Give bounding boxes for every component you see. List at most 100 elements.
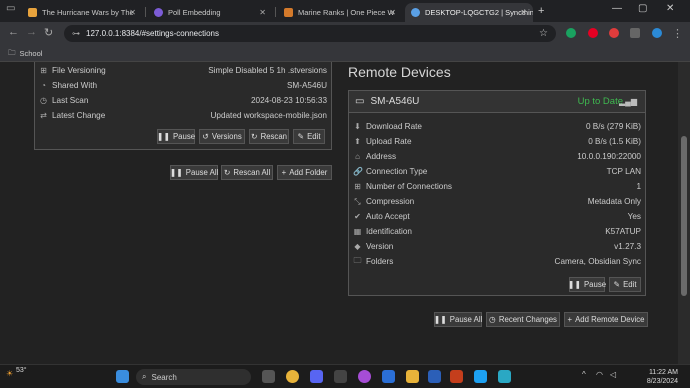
terminal-icon[interactable] — [334, 370, 347, 383]
device-name: SM-A546U — [370, 96, 420, 107]
device-edit-button[interactable]: ✎ Edit — [609, 277, 641, 292]
new-tab-icon[interactable]: + — [538, 5, 544, 17]
device-row-value[interactable]: K57ATUP — [605, 227, 641, 236]
site-info-icon[interactable]: ⊶ — [72, 29, 80, 38]
link-icon: 🔗 — [353, 167, 363, 176]
close-tab-icon[interactable]: ✕ — [259, 8, 266, 17]
start-menu-icon[interactable] — [116, 370, 129, 383]
exchange-icon: ⇄ — [40, 111, 47, 120]
device-row-value: TCP LAN — [606, 167, 641, 176]
rescan-all-button[interactable]: ↻ Rescan All — [221, 165, 273, 180]
device-row-label: Upload Rate — [366, 137, 412, 146]
device-row-value: 0 B/s (1.5 KiB) — [588, 137, 641, 146]
forward-icon[interactable]: → — [26, 26, 37, 38]
tab-search-icon[interactable]: ▭ — [6, 3, 15, 14]
address-bar[interactable]: ⊶ 127.0.0.1:8384/#settings-connections ☆ — [64, 25, 556, 42]
app-icon[interactable] — [498, 370, 511, 383]
discord-icon[interactable] — [310, 370, 323, 383]
history-icon: ◷ — [489, 315, 496, 324]
browser-toolbar: ← → ↻ ⊶ 127.0.0.1:8384/#settings-connect… — [0, 22, 690, 44]
close-window-icon[interactable]: ✕ — [666, 3, 674, 14]
weather-temp[interactable]: 53° — [16, 367, 27, 374]
home-icon: ⌂ — [355, 152, 360, 161]
maximize-icon[interactable]: ▢ — [638, 3, 647, 14]
device-row: 🔗 Connection Type TCP LAN — [349, 164, 645, 179]
page-scrollbar[interactable] — [678, 62, 690, 364]
desktop-icon: ▭ — [355, 96, 365, 107]
folder-icon: 🗀 — [8, 48, 16, 57]
tray-chevron-icon[interactable]: ^ — [582, 370, 586, 379]
app-icon[interactable] — [474, 370, 487, 383]
plus-icon: + — [567, 315, 573, 324]
menu-icon[interactable]: ⋮ — [672, 27, 683, 40]
url-text[interactable]: 127.0.0.1:8384/#settings-connections — [86, 29, 219, 38]
pinterest-extension-icon[interactable] — [588, 28, 598, 38]
extensions-puzzle-icon[interactable] — [630, 28, 640, 38]
tab-marine-ranks[interactable]: Marine Ranks | One Piece Wiki | ✕ — [278, 3, 402, 22]
bookmarks-bar: 🗀 School — [0, 44, 690, 62]
reload-icon[interactable]: ↻ — [44, 26, 53, 39]
goodreads-favicon-icon — [28, 8, 37, 17]
poll-favicon-icon — [154, 8, 163, 17]
pause-all-devices-button[interactable]: ❚❚ Pause All — [434, 312, 482, 327]
chrome-icon[interactable] — [286, 370, 299, 383]
obsidian-icon[interactable] — [358, 370, 371, 383]
tab-hurricane-wars[interactable]: The Hurricane Wars by Thea Gu ✕ — [22, 3, 142, 22]
task-view-icon[interactable] — [262, 370, 275, 383]
device-row-label: Number of Connections — [366, 182, 453, 191]
windows-taskbar: ☀ 53° ⌕ Search ^ ◠ ◁ 11:22 AM 8/23/2024 — [0, 364, 690, 388]
grammarly-extension-icon[interactable] — [566, 28, 576, 38]
scrollbar-thumb[interactable] — [681, 136, 687, 296]
tab-syncthing[interactable]: DESKTOP-LQGCTG2 | Syncthing ✕ — [405, 3, 533, 22]
add-folder-button[interactable]: + Add Folder — [277, 165, 332, 180]
bookmark-folder-school[interactable]: 🗀 School — [8, 47, 42, 60]
pause-all-folders-button[interactable]: ❚❚ Pause All — [170, 165, 218, 180]
device-row-label: Folders — [366, 257, 394, 266]
device-row-label: Connection Type — [366, 167, 428, 176]
minimize-icon[interactable]: — — [612, 3, 622, 14]
device-row: ⬇ Download Rate 0 B/s (279 KiB) — [349, 119, 645, 134]
folder-rescan-button[interactable]: ↻ Rescan — [249, 129, 289, 144]
device-row-value: 1 — [636, 182, 641, 191]
pause-icon: ❚❚ — [169, 168, 183, 177]
extension-icon[interactable] — [609, 28, 619, 38]
tab-poll-embedding[interactable]: Poll Embedding ✕ — [148, 3, 272, 22]
back-icon[interactable]: ← — [8, 26, 19, 38]
device-row-label: Identification — [366, 227, 412, 236]
device-row-label: Auto Accept — [366, 212, 410, 221]
folder-versions-button[interactable]: ↺ Versions — [199, 129, 245, 144]
device-row: ⌂ Address 10.0.0.190:22000 — [349, 149, 645, 164]
close-tab-icon[interactable]: ✕ — [129, 8, 136, 17]
sitemap-icon: ⊞ — [354, 182, 361, 191]
qrcode-icon: ▦ — [353, 227, 362, 236]
folder-pause-button[interactable]: ❚❚ Pause — [157, 129, 195, 144]
pause-icon: ❚❚ — [433, 315, 447, 324]
word-icon[interactable] — [428, 370, 441, 383]
close-tab-icon[interactable]: ✕ — [520, 8, 527, 17]
close-tab-icon[interactable]: ✕ — [389, 8, 396, 17]
wifi-icon[interactable]: ◠ — [596, 370, 603, 379]
weather-icon[interactable]: ☀ — [6, 369, 13, 378]
device-pause-button[interactable]: ❚❚ Pause — [567, 277, 606, 292]
shared-device-link[interactable]: SM-A546U — [287, 81, 327, 90]
file-explorer-icon[interactable] — [406, 370, 419, 383]
device-panel-header[interactable]: ▭ SM-A546U Up to Date ▂▄▆ — [349, 91, 645, 113]
download-icon: ⬇ — [354, 122, 361, 131]
device-row-value: 10.0.0.190:22000 — [577, 152, 641, 161]
device-row-label: Download Rate — [366, 122, 422, 131]
remote-devices-heading: Remote Devices — [348, 64, 451, 80]
app-icon[interactable] — [382, 370, 395, 383]
history-icon: ↺ — [202, 132, 209, 141]
bookmark-star-icon[interactable]: ☆ — [539, 28, 548, 39]
search-icon: ⌕ — [142, 372, 147, 381]
volume-icon[interactable]: ◁ — [610, 370, 616, 379]
recent-changes-button[interactable]: ◷ Recent Changes — [486, 312, 560, 327]
profile-avatar[interactable] — [652, 28, 662, 38]
pause-icon: ❚❚ — [567, 280, 581, 289]
powerpoint-icon[interactable] — [450, 370, 463, 383]
add-remote-device-button[interactable]: + Add Remote Device — [564, 312, 648, 327]
folder-edit-button[interactable]: ✎ Edit — [293, 129, 325, 144]
taskbar-search[interactable]: ⌕ Search — [136, 369, 251, 385]
taskbar-clock[interactable]: 11:22 AM 8/23/2024 — [647, 368, 678, 386]
folder-row-shared-with: ◔ Shared With SM-A546U — [35, 78, 331, 93]
